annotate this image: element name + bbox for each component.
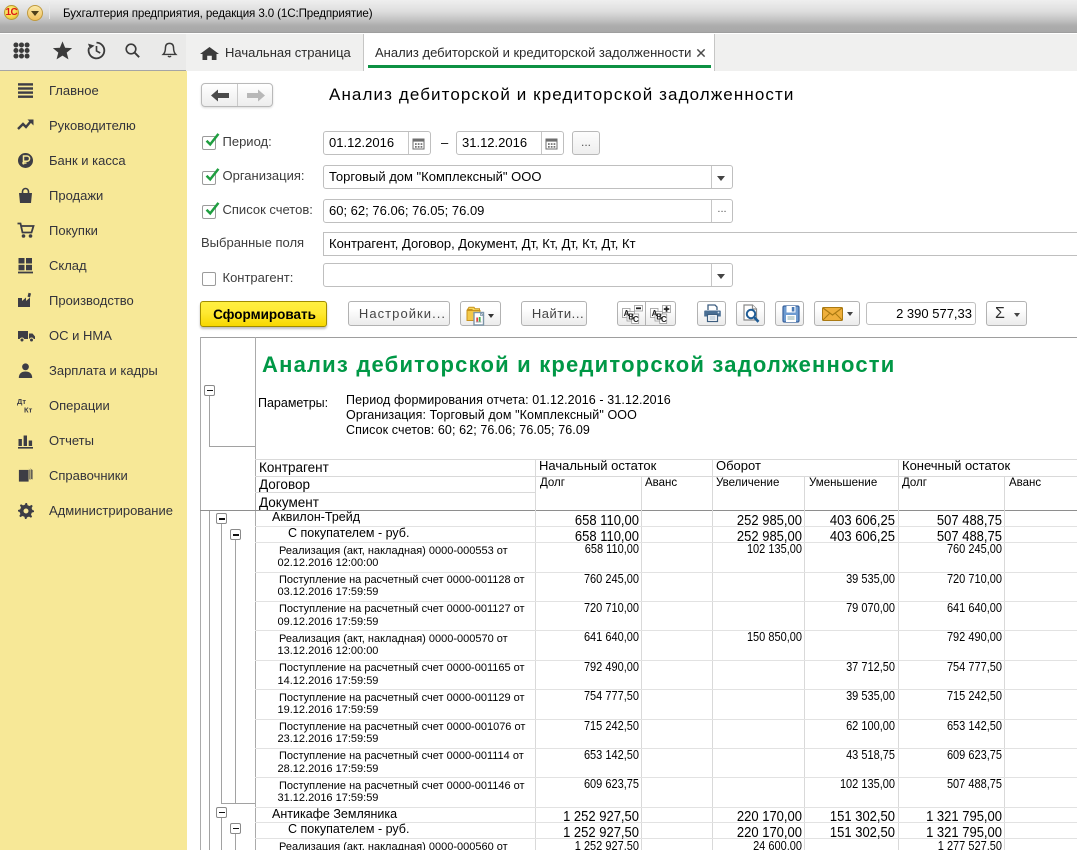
svg-text:Кт: Кт (24, 406, 33, 415)
svg-text:C: C (633, 315, 640, 324)
svg-text:C: C (661, 315, 668, 324)
